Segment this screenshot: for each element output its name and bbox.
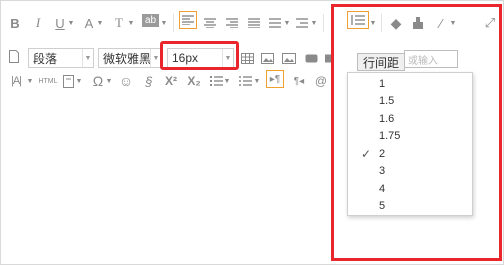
align-left-icon[interactable] [179,11,197,29]
special-char-icon[interactable]: Ω [91,71,105,91]
underline-icon[interactable]: U [54,13,66,33]
font-color-icon[interactable]: A [83,13,95,33]
ltr-icon[interactable]: ▸¶ [266,70,284,88]
paragraph-spacing-icon[interactable] [268,13,282,33]
chevron-down-icon[interactable]: ▼ [26,71,34,91]
chevron-down-icon[interactable]: ▼ [67,13,75,33]
insert-image-icon[interactable] [259,48,275,68]
font-family-select[interactable]: 微软雅黑 ▼ [98,48,162,68]
chevron-down-icon[interactable]: ▼ [223,71,231,91]
chevron-down-icon[interactable]: ▼ [160,13,168,33]
chevron-down-icon[interactable]: ▼ [253,71,261,91]
ordered-list-icon[interactable] [208,71,224,91]
link-icon[interactable]: § [142,71,156,91]
superscript-icon[interactable]: X² [163,71,179,91]
paragraph-select-value: 段落 [33,51,58,66]
template-icon[interactable] [61,71,75,91]
chevron-down-icon[interactable]: ▼ [127,13,135,33]
unordered-list-icon[interactable] [237,71,253,91]
paragraph-select[interactable]: 段落 ▼ [28,48,94,68]
indent-icon[interactable] [295,13,309,33]
italic-icon[interactable]: I [32,13,44,33]
chevron-down-icon[interactable]: ▼ [96,13,104,33]
subscript-icon[interactable]: X₂ [186,71,202,91]
text-direction-icon[interactable]: |A| [7,71,25,91]
align-right-icon[interactable] [225,13,239,33]
chevron-down-icon[interactable]: ▼ [105,71,113,91]
rtl-icon[interactable]: ¶◂ [291,71,307,91]
chevron-down-icon[interactable]: ▼ [310,13,318,33]
chevron-down-icon[interactable]: ▼ [75,71,83,91]
insert-video-icon[interactable] [303,48,319,68]
bold-icon[interactable]: B [9,13,21,33]
font-style-icon[interactable]: T [112,13,126,33]
background-color-icon[interactable]: ab [142,14,159,27]
insert-multi-image-icon[interactable] [281,48,297,68]
new-document-icon[interactable] [7,46,21,66]
chevron-down-icon[interactable]: ▼ [283,13,291,33]
align-justify-icon[interactable] [247,13,261,33]
html-source-icon[interactable]: HTML [37,71,59,91]
chevron-down-icon: ▼ [82,49,93,67]
highlight-font-size [160,41,239,70]
insert-table-icon[interactable] [239,48,255,68]
at-icon[interactable]: @ [313,71,329,91]
font-family-select-value: 微软雅黑 [103,51,152,66]
highlight-line-height-menu [331,4,502,261]
emoji-icon[interactable]: ☺ [118,71,134,91]
align-center-icon[interactable] [203,13,217,33]
